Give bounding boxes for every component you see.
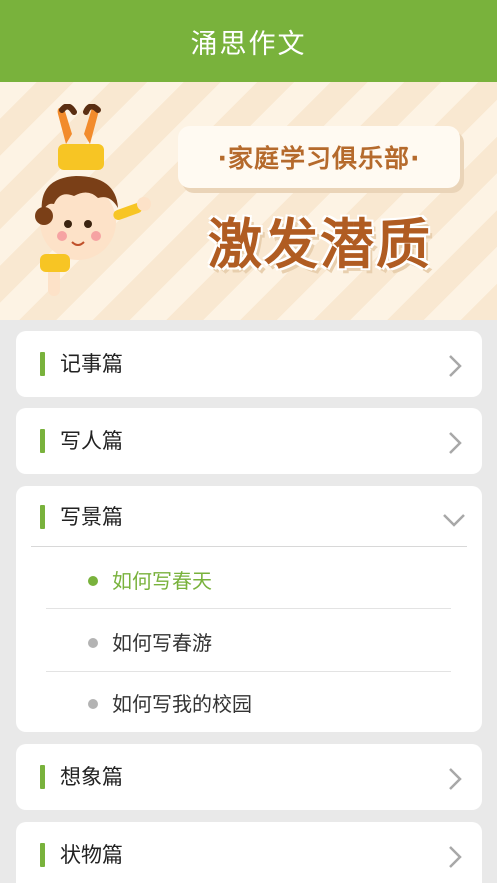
accent-bar bbox=[40, 505, 45, 529]
sub-item[interactable]: 如何写我的校园 bbox=[16, 673, 482, 735]
category-card-scenery[interactable]: 写景篇 如何写春天 如何写春游 如何写我的校园 bbox=[16, 486, 482, 732]
divider bbox=[46, 608, 451, 609]
accent-bar bbox=[40, 352, 45, 376]
chevron-down-icon bbox=[443, 514, 465, 527]
divider bbox=[31, 546, 467, 547]
chevron-right-icon bbox=[449, 355, 462, 377]
dot-icon bbox=[88, 699, 98, 709]
category-card-objects[interactable]: 状物篇 bbox=[16, 822, 482, 883]
category-row[interactable]: 写景篇 bbox=[16, 486, 482, 548]
category-label: 写人篇 bbox=[60, 429, 123, 453]
divider bbox=[46, 671, 451, 672]
category-row[interactable]: 想象篇 bbox=[16, 744, 482, 810]
chevron-right-icon bbox=[449, 432, 462, 454]
category-label: 想象篇 bbox=[60, 765, 123, 789]
kid-illustration bbox=[35, 104, 151, 296]
category-label: 写景篇 bbox=[60, 505, 123, 529]
accent-bar bbox=[40, 765, 45, 789]
chevron-right-icon bbox=[449, 846, 462, 868]
sub-item-label: 如何写春游 bbox=[112, 631, 212, 655]
app-header: 涌思作文 bbox=[0, 0, 497, 82]
dot-icon bbox=[88, 576, 98, 586]
category-label: 记事篇 bbox=[60, 352, 123, 376]
category-card-narrative[interactable]: 记事篇 bbox=[16, 331, 482, 397]
banner-slogan: 激发潜质 bbox=[208, 213, 432, 276]
accent-bar bbox=[40, 843, 45, 867]
club-tagline: ·家庭学习俱乐部· bbox=[178, 126, 460, 188]
accent-bar bbox=[40, 429, 45, 453]
sub-item[interactable]: 如何写春天 bbox=[16, 550, 482, 612]
category-card-people[interactable]: 写人篇 bbox=[16, 408, 482, 474]
sub-item-label: 如何写我的校园 bbox=[112, 692, 252, 716]
sub-item[interactable]: 如何写春游 bbox=[16, 612, 482, 674]
category-label: 状物篇 bbox=[60, 843, 123, 867]
category-row[interactable]: 记事篇 bbox=[16, 331, 482, 397]
dot-icon bbox=[88, 638, 98, 648]
category-card-imagination[interactable]: 想象篇 bbox=[16, 744, 482, 810]
category-row[interactable]: 状物篇 bbox=[16, 822, 482, 883]
chevron-right-icon bbox=[449, 768, 462, 790]
category-row[interactable]: 写人篇 bbox=[16, 408, 482, 474]
promo-banner[interactable]: ·家庭学习俱乐部· 激发潜质 bbox=[0, 82, 497, 320]
sub-item-label: 如何写春天 bbox=[112, 569, 212, 593]
app-title: 涌思作文 bbox=[190, 28, 307, 60]
